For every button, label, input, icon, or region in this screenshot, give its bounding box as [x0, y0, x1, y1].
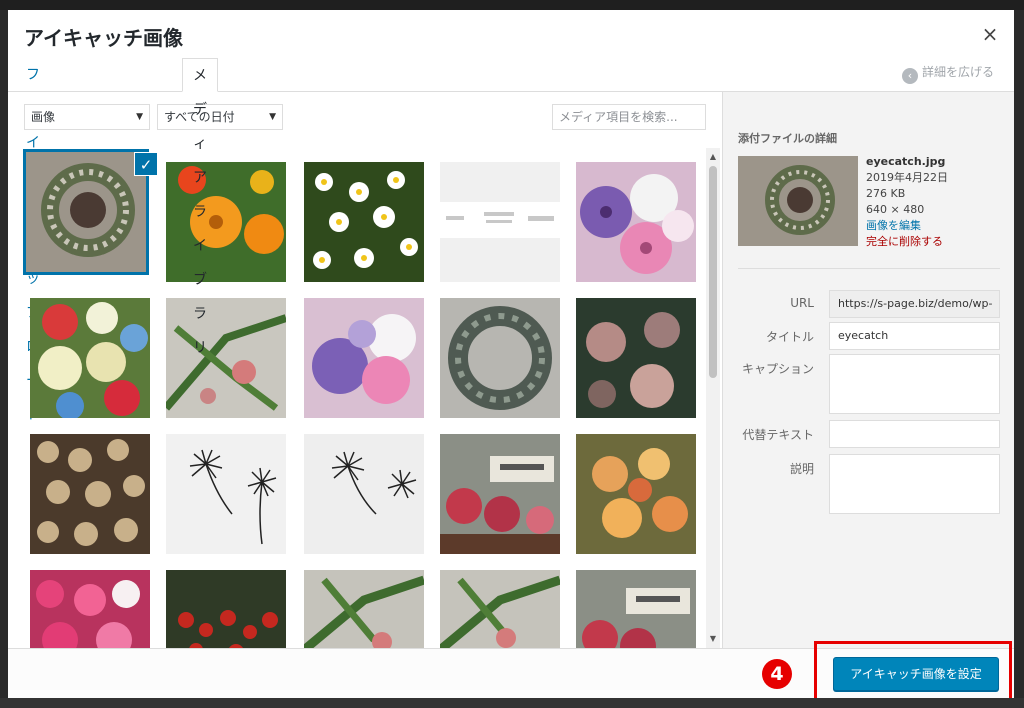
- pink-flowers-image: [30, 570, 150, 648]
- title-field[interactable]: eyecatch: [829, 322, 1000, 350]
- chevron-left-icon: ‹: [901, 68, 918, 84]
- dandelion-illustration-image: [304, 434, 424, 554]
- greenery-image: [304, 570, 424, 648]
- gerbera-flowers-image: [576, 162, 696, 282]
- media-item[interactable]: [440, 298, 560, 418]
- dandelion-illustration-image: [166, 434, 286, 554]
- media-type-filter-value: 画像: [31, 110, 56, 124]
- edit-image-link[interactable]: 画像を編集: [866, 218, 948, 234]
- media-item[interactable]: [30, 570, 150, 648]
- tab-upload-files[interactable]: ファイルをアップロード: [16, 58, 50, 423]
- attachment-dimensions: 640 × 480: [866, 203, 925, 216]
- set-featured-image-button[interactable]: アイキャッチ画像を設定: [833, 657, 999, 691]
- attachment-meta: eyecatch.jpg 2019年4月22日 276 KB 640 × 480…: [866, 154, 948, 250]
- eucalyptus-wreath-image: [440, 298, 560, 418]
- media-item[interactable]: [166, 434, 286, 554]
- daisies-image: [304, 162, 424, 282]
- media-item[interactable]: [304, 298, 424, 418]
- media-search-input[interactable]: [552, 104, 706, 130]
- selected-check-icon[interactable]: ✓: [134, 152, 158, 176]
- media-item[interactable]: [304, 162, 424, 282]
- attachment-date: 2019年4月22日: [866, 171, 948, 184]
- modal-footer: 4 アイキャッチ画像を設定: [8, 641, 1014, 698]
- media-grid: ✓: [16, 148, 710, 648]
- media-item[interactable]: [30, 298, 150, 418]
- alt-text-field[interactable]: [829, 420, 1000, 448]
- attachment-size: 276 KB: [866, 187, 906, 200]
- date-filter[interactable]: すべての日付 ▼: [157, 104, 283, 130]
- admin-backdrop-left: [0, 10, 8, 708]
- description-label: 説明: [789, 462, 814, 476]
- media-item[interactable]: [576, 434, 696, 554]
- sidebar-divider: [738, 268, 1000, 269]
- caption-textarea[interactable]: [829, 354, 1000, 414]
- media-item[interactable]: [576, 162, 696, 282]
- media-type-filter[interactable]: 画像 ▼: [24, 104, 150, 130]
- delete-permanently-link[interactable]: 完全に削除する: [866, 234, 948, 250]
- greenery-image: [166, 298, 286, 418]
- modal-title: アイキャッチ画像: [24, 26, 183, 50]
- media-modal: アイキャッチ画像 × ファイルをアップロード メディアライブラリ ‹詳細を広げる…: [8, 10, 1014, 698]
- attachment-details-heading: 添付ファイルの詳細: [738, 132, 837, 145]
- attachment-details-sidebar: 添付ファイルの詳細 eyecatch.jpg 2019年4月22日 276 KB…: [722, 92, 1014, 648]
- credit-card-logos-image: [440, 162, 560, 282]
- media-item[interactable]: [166, 298, 286, 418]
- media-item[interactable]: [440, 162, 560, 282]
- scroll-down-icon[interactable]: ▼: [706, 632, 720, 646]
- expand-details-link[interactable]: ‹ 詳細を広げる: [901, 62, 994, 84]
- title-label: タイトル: [765, 330, 814, 344]
- scroll-up-icon[interactable]: ▲: [706, 150, 720, 164]
- url-label: URL: [790, 296, 814, 310]
- media-item[interactable]: [576, 570, 696, 648]
- media-item[interactable]: [440, 434, 560, 554]
- media-item[interactable]: [166, 570, 286, 648]
- expand-details-label: 詳細を広げる: [921, 65, 994, 79]
- media-item[interactable]: [23, 149, 149, 275]
- orange-flowers-image: [166, 162, 286, 282]
- antique-roses-image: [576, 298, 696, 418]
- admin-backdrop-top: [0, 0, 1024, 10]
- attachment-preview: [738, 156, 858, 246]
- scrollbar-thumb[interactable]: [709, 166, 717, 378]
- description-textarea[interactable]: [829, 454, 1000, 514]
- media-item[interactable]: [440, 570, 560, 648]
- caption-label: キャプション: [741, 362, 814, 376]
- admin-backdrop-bottom: [0, 698, 1024, 708]
- greenery-image: [440, 570, 560, 648]
- media-item[interactable]: [166, 162, 286, 282]
- flower-shop-image: [440, 434, 560, 554]
- url-field[interactable]: https://s-page.biz/demo/wp-: [829, 290, 1000, 318]
- roses-bouquet-image: [30, 298, 150, 418]
- media-item[interactable]: [576, 298, 696, 418]
- wreath-image: [738, 156, 858, 246]
- media-item[interactable]: [304, 570, 424, 648]
- media-toolbar: 画像 ▼ すべての日付 ▼: [24, 104, 714, 132]
- chevron-down-icon: ▼: [269, 112, 276, 122]
- chevron-down-icon: ▼: [136, 112, 143, 122]
- tab-media-library[interactable]: メディアライブラリ: [182, 58, 218, 356]
- warm-bouquet-image: [576, 434, 696, 554]
- wreath-image: [26, 152, 146, 272]
- media-item[interactable]: [30, 434, 150, 554]
- admin-backdrop-right: [1014, 10, 1024, 708]
- media-grid-scrollbar[interactable]: ▲ ▼: [706, 148, 720, 648]
- step-number-badge: 4: [762, 659, 792, 689]
- gerbera-flowers-image: [304, 298, 424, 418]
- alt-text-label: 代替テキスト: [742, 428, 814, 442]
- red-berries-image: [166, 570, 286, 648]
- media-item[interactable]: [304, 434, 424, 554]
- dried-flowers-image: [30, 434, 150, 554]
- close-icon[interactable]: ×: [980, 24, 1000, 44]
- flower-shop-image: [576, 570, 696, 648]
- attachment-filename: eyecatch.jpg: [866, 155, 946, 168]
